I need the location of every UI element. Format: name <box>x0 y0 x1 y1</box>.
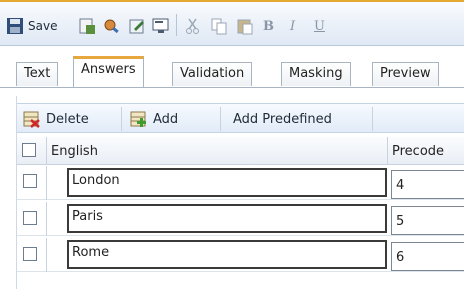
copy-icon <box>210 17 228 35</box>
action-divider <box>372 107 373 131</box>
edit-icon <box>128 17 146 35</box>
delete-button[interactable]: Delete <box>23 108 89 130</box>
column-divider <box>46 238 47 272</box>
add-label: Add <box>153 111 179 127</box>
answers-grid-header: English Precode <box>17 137 464 165</box>
row-checkbox[interactable] <box>23 174 37 188</box>
precode-input[interactable]: 5 <box>391 206 464 235</box>
paste-icon <box>236 17 254 35</box>
italic-icon: I <box>290 18 296 34</box>
save-label: Save <box>28 19 58 33</box>
column-divider <box>46 202 47 236</box>
column-header-precode: Precode <box>392 144 445 159</box>
spell-check-icon <box>78 17 96 35</box>
tab-baseline <box>0 87 464 88</box>
tab-validation[interactable]: Validation <box>172 62 253 86</box>
find-button[interactable] <box>102 15 120 37</box>
delete-icon <box>23 110 41 128</box>
table-row: Paris 5 <box>17 202 464 236</box>
italic-button[interactable]: I <box>290 15 295 37</box>
tab-masking[interactable]: Masking <box>281 62 351 86</box>
delete-label: Delete <box>46 111 89 127</box>
answers-action-bar: Delete Add Add Predefined <box>17 103 464 133</box>
underline-button[interactable]: U <box>314 15 325 37</box>
english-text-input[interactable]: London <box>67 168 387 197</box>
paste-button[interactable] <box>236 15 254 37</box>
tab-text[interactable]: Text <box>16 62 59 86</box>
english-text-input[interactable]: Rome <box>67 240 387 269</box>
english-text-input[interactable]: Paris <box>67 204 387 233</box>
add-button[interactable]: Add <box>130 108 178 130</box>
preview-button[interactable] <box>152 15 170 37</box>
spell-check-button[interactable] <box>78 15 96 37</box>
underline-icon: U <box>314 18 325 34</box>
toolbar-divider <box>176 14 177 36</box>
column-divider <box>46 137 47 165</box>
column-header-english: English <box>51 144 98 159</box>
editor-toolbar: Save B I U <box>0 0 464 46</box>
add-icon <box>130 110 148 128</box>
cut-button[interactable] <box>184 15 202 37</box>
bold-icon: B <box>263 18 274 34</box>
select-all-checkbox[interactable] <box>22 143 36 157</box>
action-divider <box>220 107 221 131</box>
save-icon <box>6 17 24 35</box>
add-predefined-label: Add Predefined <box>233 111 332 127</box>
save-button[interactable]: Save <box>6 15 57 37</box>
column-divider <box>387 137 388 165</box>
find-icon <box>102 17 120 35</box>
add-predefined-button[interactable]: Add Predefined <box>233 108 332 130</box>
precode-input[interactable]: 6 <box>391 242 464 271</box>
preview-icon <box>152 17 170 35</box>
table-row: Rome 6 <box>17 238 464 272</box>
tab-answers[interactable]: Answers <box>73 56 144 87</box>
answers-panel: Delete Add Add Predefined English Precod… <box>16 96 464 289</box>
column-divider <box>46 166 47 200</box>
precode-input[interactable]: 4 <box>391 170 464 199</box>
bold-button[interactable]: B <box>263 15 274 37</box>
action-divider <box>121 107 122 131</box>
row-checkbox[interactable] <box>23 211 37 225</box>
row-checkbox[interactable] <box>23 247 37 261</box>
tab-preview[interactable]: Preview <box>372 62 439 86</box>
copy-button[interactable] <box>210 15 228 37</box>
edit-button[interactable] <box>128 15 146 37</box>
cut-icon <box>184 17 202 35</box>
table-row: London 4 <box>17 166 464 200</box>
tab-bar: Text Answers Validation Masking Preview <box>0 46 464 88</box>
